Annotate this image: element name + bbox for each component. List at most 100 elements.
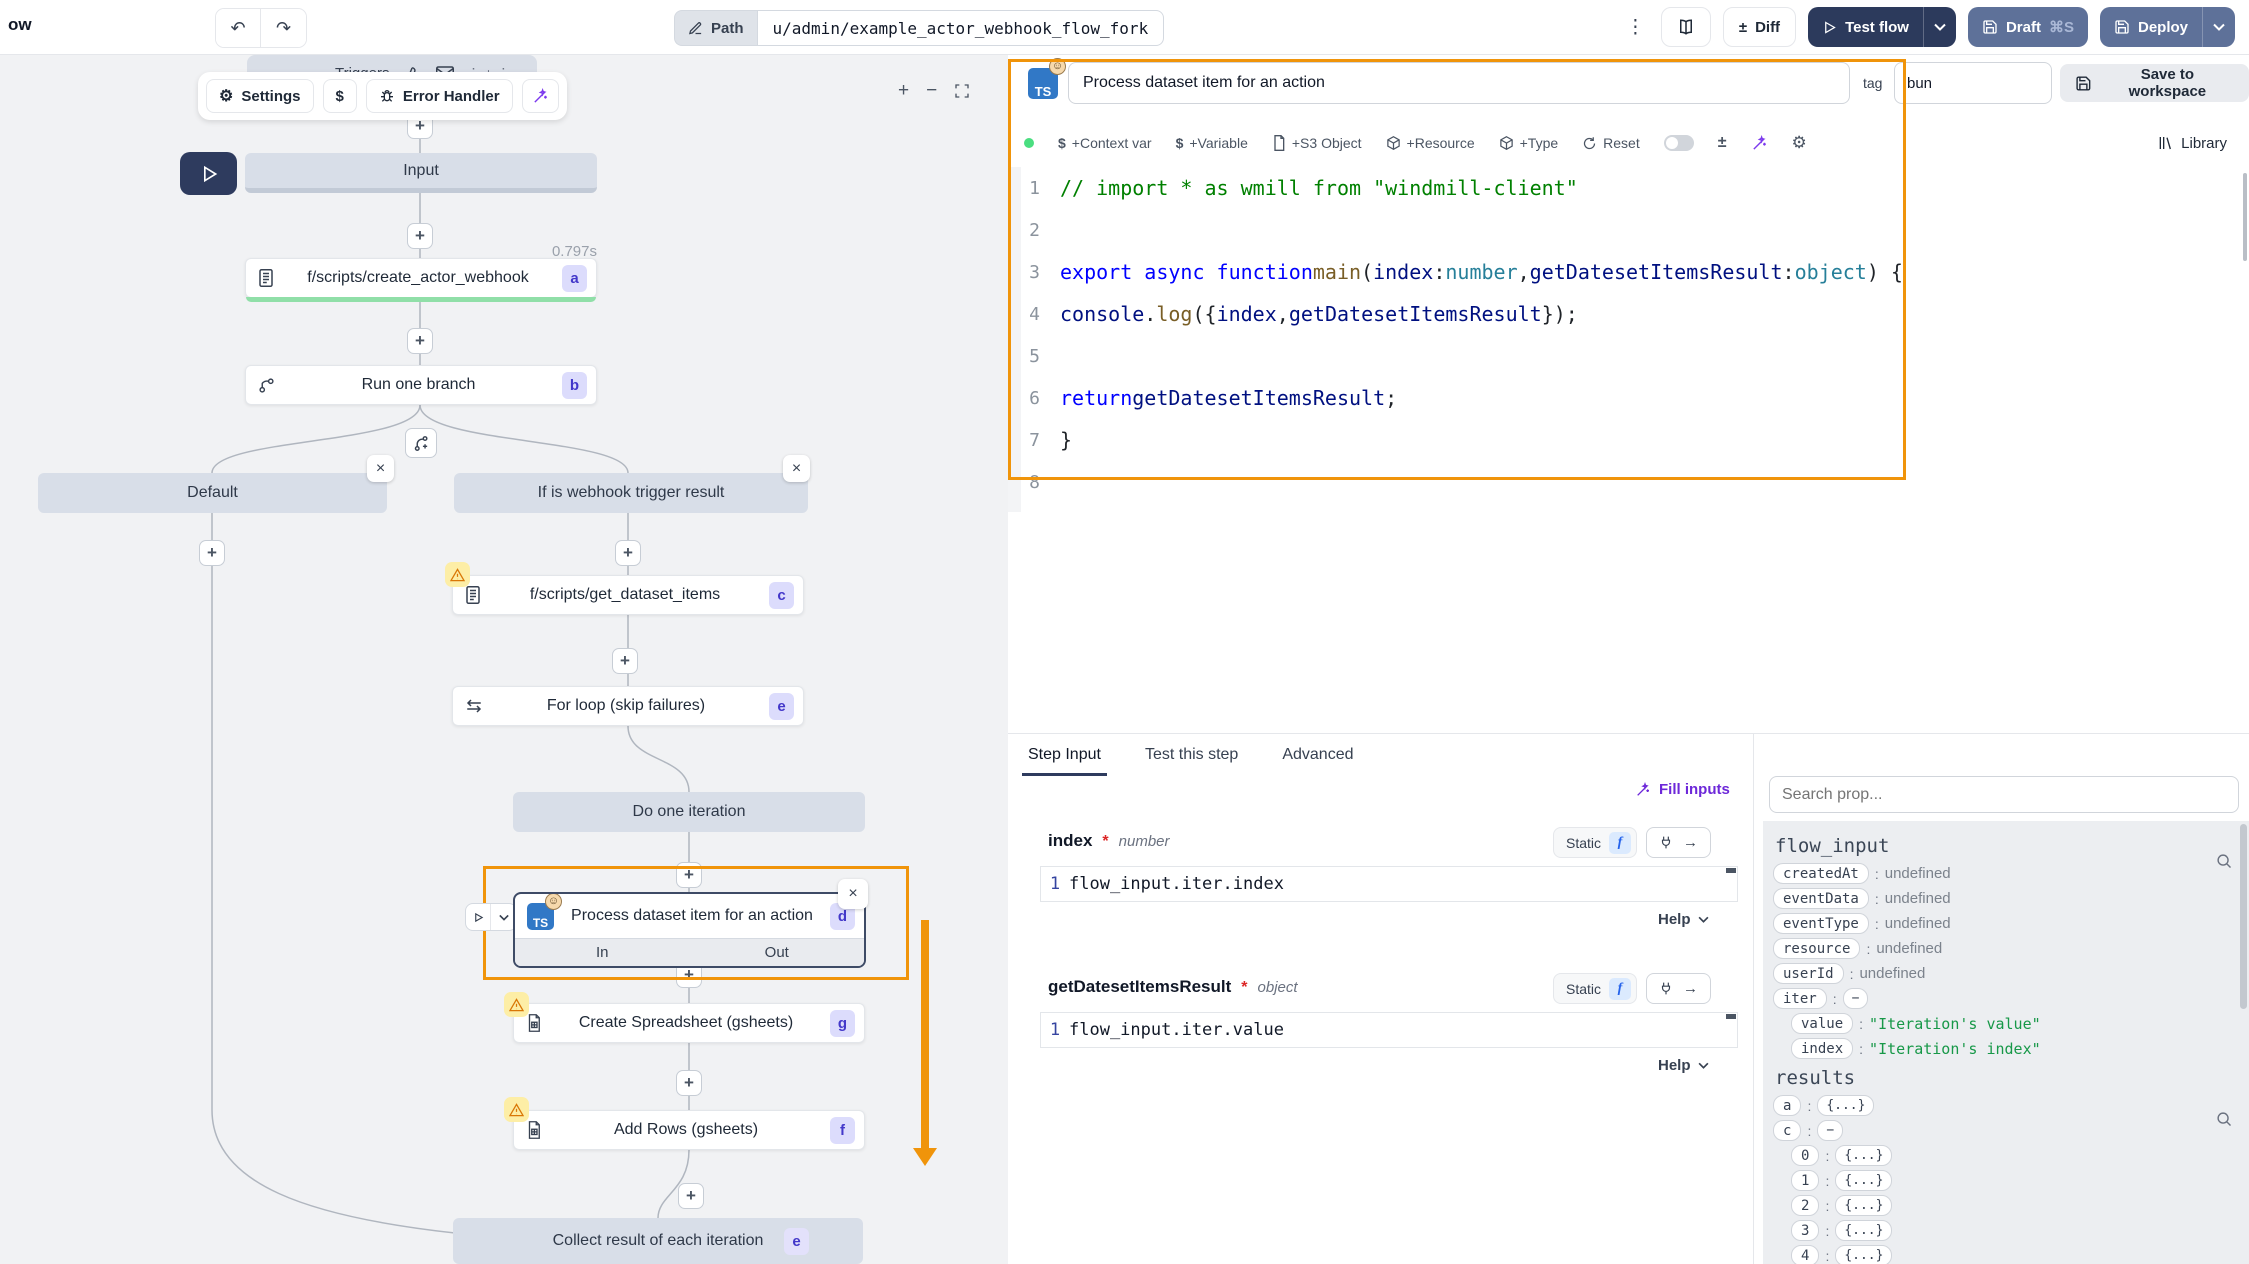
flow-node-run-one-branch[interactable]: Run one branch b — [245, 365, 597, 405]
flow-node-add-rows[interactable]: Add Rows (gsheets) f — [513, 1110, 865, 1150]
prop-row[interactable]: 4:{...} — [1773, 1243, 2239, 1264]
gear-icon[interactable]: ⚙ — [1792, 133, 1807, 153]
fullscreen-icon[interactable] — [954, 83, 970, 99]
prop-row[interactable]: eventType:undefined — [1773, 911, 2239, 936]
editor-scrollbar[interactable] — [2243, 173, 2247, 261]
flow-node-collect-result[interactable]: Collect result of each iteration e — [453, 1218, 863, 1264]
deploy-dropdown[interactable] — [2202, 7, 2235, 47]
magic-wand-icon[interactable] — [1751, 135, 1768, 152]
help-button[interactable]: Help — [1658, 1057, 1709, 1074]
docs-button[interactable] — [1661, 7, 1711, 47]
flow-node-branch-if-webhook[interactable]: If is webhook trigger result — [454, 473, 808, 513]
tab-test-this-step[interactable]: Test this step — [1145, 734, 1238, 776]
expr-input-index[interactable]: 1 flow_input.iter.index — [1040, 866, 1738, 902]
ai-assistant-button[interactable] — [522, 79, 559, 113]
code-line[interactable]: 3export async function main(index: numbe… — [1008, 251, 1906, 293]
flow-node-for-loop[interactable]: For loop (skip failures) e — [452, 686, 804, 726]
add-step-button[interactable]: + — [407, 223, 433, 249]
draft-button[interactable]: Draft ⌘S — [1968, 7, 2088, 47]
reset-code-button[interactable]: Reset — [1582, 135, 1640, 151]
add-context-var-button[interactable]: $+Context var — [1058, 135, 1152, 151]
connect-input-button[interactable]: → — [1646, 973, 1711, 1004]
code-line[interactable]: 7} — [1008, 419, 1906, 461]
add-step-button[interactable]: + — [615, 540, 641, 566]
error-handler-button[interactable]: Error Handler — [366, 79, 513, 113]
remove-step-button[interactable]: × — [838, 879, 868, 909]
search-icon[interactable] — [2216, 853, 2233, 870]
flow-node-process-dataset-selected[interactable]: TS☺ Process dataset item for an action d… — [513, 892, 866, 968]
js-expression-icon[interactable]: f — [1609, 832, 1631, 854]
zoom-out-button[interactable]: − — [926, 80, 937, 102]
prop-row[interactable]: 1:{...} — [1773, 1168, 2239, 1193]
code-line[interactable]: 6 return getDatesetItemsResult; — [1008, 377, 1906, 419]
code-line[interactable]: 8 — [1008, 461, 1906, 503]
prop-row[interactable]: 0:{...} — [1773, 1143, 2239, 1168]
save-to-workspace-button[interactable]: Save to workspace — [2060, 64, 2249, 102]
flow-canvas[interactable]: Triggers ⋮ + ⋮ ⚙ Settings $ Error Handle… — [0, 55, 1008, 1264]
test-flow-dropdown[interactable] — [1923, 7, 1956, 47]
undo-button[interactable]: ↶ — [216, 9, 261, 47]
plusminus-icon[interactable]: ± — [1718, 134, 1727, 152]
code-line[interactable]: 1// import * as wmill from "windmill-cli… — [1008, 167, 1906, 209]
flow-node-create-actor-webhook[interactable]: f/scripts/create_actor_webhook a — [245, 258, 597, 298]
connect-input-button[interactable]: → — [1646, 827, 1711, 858]
add-step-button[interactable]: + — [676, 862, 702, 888]
add-resource-button[interactable]: +Resource — [1386, 135, 1475, 151]
flow-node-branch-default[interactable]: Default — [38, 473, 387, 513]
tab-advanced[interactable]: Advanced — [1282, 734, 1353, 776]
prop-row[interactable]: c:− — [1773, 1118, 2239, 1143]
step-input-anchor[interactable]: In — [515, 939, 690, 966]
prop-row[interactable]: resource:undefined — [1773, 936, 2239, 961]
fill-inputs-button[interactable]: Fill inputs — [1635, 781, 1730, 798]
add-step-button[interactable]: + — [676, 1070, 702, 1096]
flow-node-do-one-iteration[interactable]: Do one iteration — [513, 792, 865, 832]
add-step-button[interactable]: + — [678, 1183, 704, 1209]
js-expression-icon[interactable]: f — [1609, 978, 1631, 1000]
prop-row[interactable]: 3:{...} — [1773, 1218, 2239, 1243]
add-branch-button[interactable] — [405, 428, 437, 458]
flow-node-get-dataset-items[interactable]: f/scripts/get_dataset_items c — [452, 575, 804, 615]
step-output-anchor[interactable]: Out — [690, 939, 865, 966]
expr-input-getdatesetitemsresult[interactable]: 1 flow_input.iter.value — [1040, 1012, 1738, 1048]
run-step-button[interactable] — [466, 904, 491, 930]
prop-row[interactable]: eventData:undefined — [1773, 886, 2239, 911]
prop-row[interactable]: value:"Iteration's value" — [1773, 1011, 2239, 1036]
prop-row[interactable]: userId:undefined — [1773, 961, 2239, 986]
flow-settings-button[interactable]: ⚙ Settings — [206, 79, 314, 113]
library-button[interactable]: Library — [2157, 123, 2227, 163]
remove-branch-button[interactable]: × — [783, 455, 810, 482]
step-title-input[interactable] — [1068, 62, 1850, 104]
workspace-variables-button[interactable]: $ — [323, 79, 357, 113]
props-scrollbar[interactable] — [2240, 824, 2247, 1009]
prop-row[interactable]: a:{...} — [1773, 1093, 2239, 1118]
add-step-button[interactable]: + — [199, 540, 225, 566]
prop-row[interactable]: index:"Iteration's index" — [1773, 1036, 2239, 1061]
static-mode-button[interactable]: Static f — [1553, 827, 1637, 858]
tab-step-input[interactable]: Step Input — [1028, 734, 1101, 776]
diff-mode-toggle[interactable] — [1664, 135, 1694, 151]
add-s3-object-button[interactable]: +S3 Object — [1272, 135, 1362, 151]
code-editor[interactable]: 1// import * as wmill from "windmill-cli… — [1008, 167, 1906, 512]
zoom-in-button[interactable]: + — [898, 80, 909, 102]
help-button[interactable]: Help — [1658, 911, 1709, 928]
add-step-button[interactable]: + — [407, 328, 433, 354]
diff-button[interactable]: ± Diff — [1723, 7, 1796, 47]
prop-row[interactable]: iter:− — [1773, 986, 2239, 1011]
static-mode-button[interactable]: Static f — [1553, 973, 1637, 1004]
test-flow-button[interactable]: Test flow — [1808, 7, 1956, 47]
add-type-button[interactable]: +Type — [1499, 135, 1559, 151]
deploy-button[interactable]: Deploy — [2100, 7, 2235, 47]
tag-input[interactable] — [1894, 62, 2052, 104]
more-menu-button[interactable]: ⋮ — [1622, 16, 1649, 39]
remove-branch-button[interactable]: × — [367, 455, 394, 482]
code-line[interactable]: 5 — [1008, 335, 1906, 377]
code-line[interactable]: 4 console.log({index, getDatesetItemsRes… — [1008, 293, 1906, 335]
flow-node-create-spreadsheet[interactable]: Create Spreadsheet (gsheets) g — [513, 1003, 865, 1043]
add-variable-button[interactable]: $+Variable — [1176, 135, 1248, 151]
redo-button[interactable]: ↷ — [261, 9, 306, 47]
code-line[interactable]: 2 — [1008, 209, 1906, 251]
flow-node-input[interactable]: Input — [245, 153, 597, 193]
path-field[interactable]: Path u/admin/example_actor_webhook_flow_… — [674, 10, 1164, 46]
search-prop-input[interactable] — [1769, 776, 2239, 813]
search-icon[interactable] — [2216, 1111, 2233, 1128]
